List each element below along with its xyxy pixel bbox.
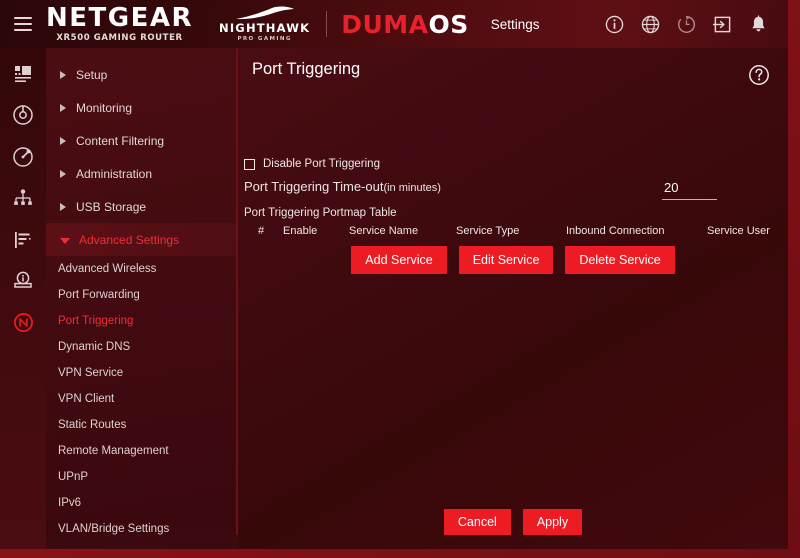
disable-port-triggering-checkbox[interactable]: [244, 158, 255, 170]
sidebar-item-static-routes[interactable]: Static Routes: [46, 412, 236, 438]
left-icon-rail: [0, 48, 46, 549]
top-header-bar: NETGEAR XR500 GAMING ROUTER NIGHTHAWK PR…: [0, 0, 788, 48]
timeout-label-unit: (in minutes): [383, 182, 441, 194]
os-wordmark: OS: [428, 9, 469, 39]
timeout-field-wrap: [662, 179, 717, 200]
hamburger-icon[interactable]: [14, 17, 32, 31]
footer-action-bar: Cancel Apply: [238, 509, 788, 535]
chevron-down-icon: [60, 237, 70, 244]
cancel-button[interactable]: Cancel: [443, 509, 511, 535]
duma-wordmark: DUMA: [341, 9, 429, 39]
help-circle-icon[interactable]: [748, 64, 770, 86]
sidebar-item-label: Port Triggering: [58, 315, 134, 327]
sidebar-item-vlan-bridge-settings[interactable]: VLAN/Bridge Settings: [46, 516, 236, 535]
sidebar-group-label: Monitoring: [76, 100, 133, 115]
sidebar-group-setup[interactable]: Setup: [46, 58, 236, 91]
disable-port-triggering-label: Disable Port Triggering: [263, 158, 380, 170]
delete-service-button[interactable]: Delete Service: [565, 246, 675, 274]
sidebar-group-administration[interactable]: Administration: [46, 157, 236, 190]
apply-button[interactable]: Apply: [522, 509, 583, 535]
sidebar-item-label: VPN Client: [58, 393, 115, 405]
timeout-label: Port Triggering Time-out(in minutes): [244, 179, 441, 194]
globe-icon[interactable]: [641, 15, 660, 34]
timeout-label-text: Port Triggering Time-out: [244, 179, 384, 194]
history-icon[interactable]: [677, 15, 696, 34]
sidebar-item-vpn-client[interactable]: VPN Client: [46, 386, 236, 412]
add-service-button[interactable]: Add Service: [351, 246, 447, 274]
speedometer-icon[interactable]: [12, 104, 34, 126]
dumaos-logo: DUMAOS: [341, 10, 469, 39]
sidebar-item-label: Dynamic DNS: [58, 341, 131, 353]
chevron-right-icon: [60, 103, 66, 112]
column-header-service-name: Service Name: [349, 225, 419, 237]
chevron-right-icon: [60, 70, 66, 79]
sidebar-item-upnp[interactable]: UPnP: [46, 464, 236, 490]
disable-port-triggering-row: Disable Port Triggering: [244, 158, 380, 170]
sidebar-group-content-filtering[interactable]: Content Filtering: [46, 124, 236, 157]
info-icon[interactable]: [605, 15, 624, 34]
sidebar-item-label: Remote Management: [58, 445, 169, 457]
sidebar-item-port-triggering[interactable]: Port Triggering: [46, 308, 236, 334]
sidebar-item-label: IPv6: [58, 497, 82, 509]
sidebar-group-usb-storage[interactable]: USB Storage: [46, 190, 236, 223]
device-manager-icon[interactable]: [12, 270, 34, 292]
netgear-wordmark: NETGEAR: [46, 3, 193, 34]
netduma-logo-icon[interactable]: [13, 312, 34, 333]
column-header-index: #: [258, 225, 265, 237]
traffic-controller-icon[interactable]: [13, 230, 33, 250]
nighthawk-tagline: PRO GAMING: [237, 35, 292, 42]
dashboard-icon[interactable]: [13, 64, 33, 84]
sidebar-group-label: Setup: [76, 67, 108, 82]
sidebar-group-monitoring[interactable]: Monitoring: [46, 91, 236, 124]
sidebar-item-ipv6[interactable]: IPv6: [46, 490, 236, 516]
sidebar-item-label: Static Routes: [58, 419, 127, 431]
timeout-row: Port Triggering Time-out(in minutes): [244, 179, 782, 200]
table-action-bar: Add Service Edit Service Delete Service: [238, 246, 788, 274]
sidebar-group-label: USB Storage: [76, 199, 147, 214]
sidebar-item-label: UPnP: [58, 471, 89, 483]
header-divider: [326, 11, 328, 37]
main-content-panel: Port Triggering Disable Port Triggering …: [238, 48, 788, 549]
app-window: NETGEAR XR500 GAMING ROUTER NIGHTHAWK PR…: [0, 0, 788, 549]
nighthawk-logo: NIGHTHAWK PRO GAMING: [219, 6, 310, 42]
sidebar-item-port-forwarding[interactable]: Port Forwarding: [46, 282, 236, 308]
geo-filter-icon[interactable]: [12, 146, 34, 168]
portmap-table-header-row: # Enable Service Name Service Type Inbou…: [244, 225, 782, 241]
sidebar-navigation: Setup Monitoring Content Filtering Admin…: [46, 48, 238, 535]
netgear-logo: NETGEAR XR500 GAMING ROUTER: [46, 5, 193, 43]
router-model-label: XR500 GAMING ROUTER: [56, 33, 183, 44]
bell-icon[interactable]: [749, 14, 768, 34]
sidebar-group-label: Content Filtering: [76, 133, 165, 148]
sidebar-item-label: VLAN/Bridge Settings: [58, 523, 170, 535]
column-header-inbound-connection: Inbound Connection: [566, 225, 665, 237]
nighthawk-wordmark: NIGHTHAWK: [219, 21, 311, 35]
sidebar-group-advanced-settings[interactable]: Advanced Settings: [46, 223, 236, 256]
sidebar-item-advanced-wireless[interactable]: Advanced Wireless: [46, 256, 236, 282]
sidebar-group-label: Administration: [76, 166, 153, 181]
chevron-right-icon: [60, 136, 66, 145]
column-header-enable: Enable: [283, 225, 318, 237]
network-map-icon[interactable]: [12, 188, 34, 210]
sidebar-item-label: Advanced Wireless: [58, 263, 157, 275]
header-icon-group: [605, 14, 768, 34]
chevron-right-icon: [60, 169, 66, 178]
nighthawk-bird-icon: [235, 6, 294, 20]
edit-service-button[interactable]: Edit Service: [458, 246, 554, 274]
chevron-right-icon: [60, 202, 66, 211]
sidebar-group-label: Advanced Settings: [79, 232, 180, 247]
column-header-service-user: Service User: [707, 225, 770, 237]
portmap-table-caption: Port Triggering Portmap Table: [244, 207, 397, 219]
timeout-input[interactable]: [662, 180, 717, 200]
sidebar-item-label: Port Forwarding: [58, 289, 140, 301]
sidebar-item-remote-management[interactable]: Remote Management: [46, 438, 236, 464]
sidebar-item-dynamic-dns[interactable]: Dynamic DNS: [46, 334, 236, 360]
header-settings-label: Settings: [490, 16, 540, 32]
logout-icon[interactable]: [713, 15, 732, 34]
sidebar-item-label: VPN Service: [58, 367, 124, 379]
page-title: Port Triggering: [252, 60, 361, 78]
column-header-service-type: Service Type: [456, 225, 520, 237]
sidebar-item-vpn-service[interactable]: VPN Service: [46, 360, 236, 386]
